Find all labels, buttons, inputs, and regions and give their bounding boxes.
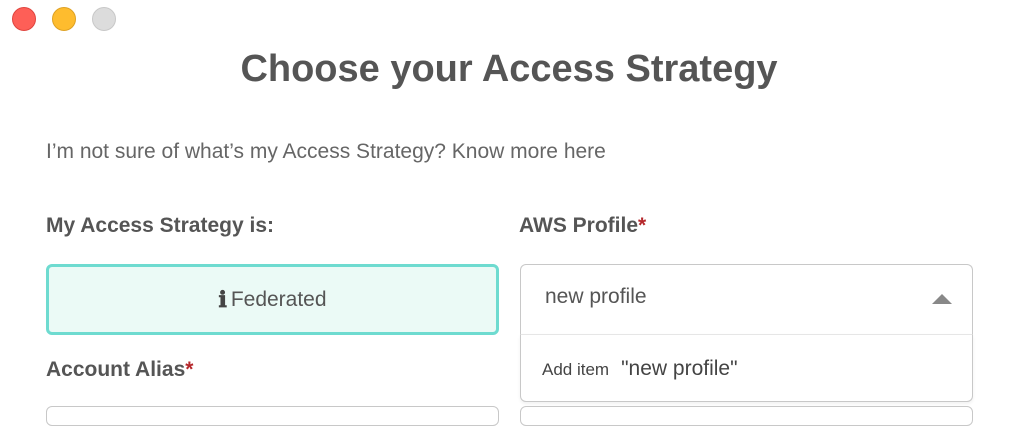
window-maximize-button[interactable] bbox=[92, 7, 116, 31]
window-close-button[interactable] bbox=[12, 7, 36, 31]
aws-profile-input[interactable] bbox=[545, 285, 905, 309]
info-icon: ℹ bbox=[218, 286, 227, 313]
add-item-option[interactable]: Add item "new profile" bbox=[542, 357, 738, 381]
aws-profile-label: AWS Profile* bbox=[519, 214, 646, 238]
caret-up-icon[interactable] bbox=[932, 294, 952, 304]
access-strategy-selector[interactable]: ℹ Federated bbox=[46, 264, 499, 335]
access-strategy-label: My Access Strategy is: bbox=[46, 214, 274, 237]
next-field-input[interactable] bbox=[520, 406, 973, 426]
window-minimize-button[interactable] bbox=[52, 7, 76, 31]
help-text: I’m not sure of what’s my Access Strateg… bbox=[46, 140, 606, 164]
help-prefix: I’m not sure of what’s my Access Strateg… bbox=[46, 140, 452, 163]
aws-profile-label-text: AWS Profile bbox=[519, 214, 639, 237]
page-title: Choose your Access Strategy bbox=[240, 48, 778, 90]
account-alias-label: Account Alias* bbox=[46, 358, 193, 382]
account-alias-label-text: Account Alias bbox=[46, 358, 186, 381]
account-alias-input[interactable] bbox=[46, 406, 499, 426]
aws-profile-select[interactable] bbox=[520, 264, 973, 335]
access-strategy-value: Federated bbox=[230, 287, 327, 311]
add-item-prefix: Add item bbox=[542, 360, 610, 379]
required-mark: * bbox=[185, 358, 194, 381]
add-item-value: "new profile" bbox=[621, 357, 738, 380]
aws-profile-dropdown-menu: Add item "new profile" bbox=[520, 334, 973, 402]
know-more-link[interactable]: Know more here bbox=[452, 140, 606, 163]
required-mark: * bbox=[638, 214, 647, 237]
